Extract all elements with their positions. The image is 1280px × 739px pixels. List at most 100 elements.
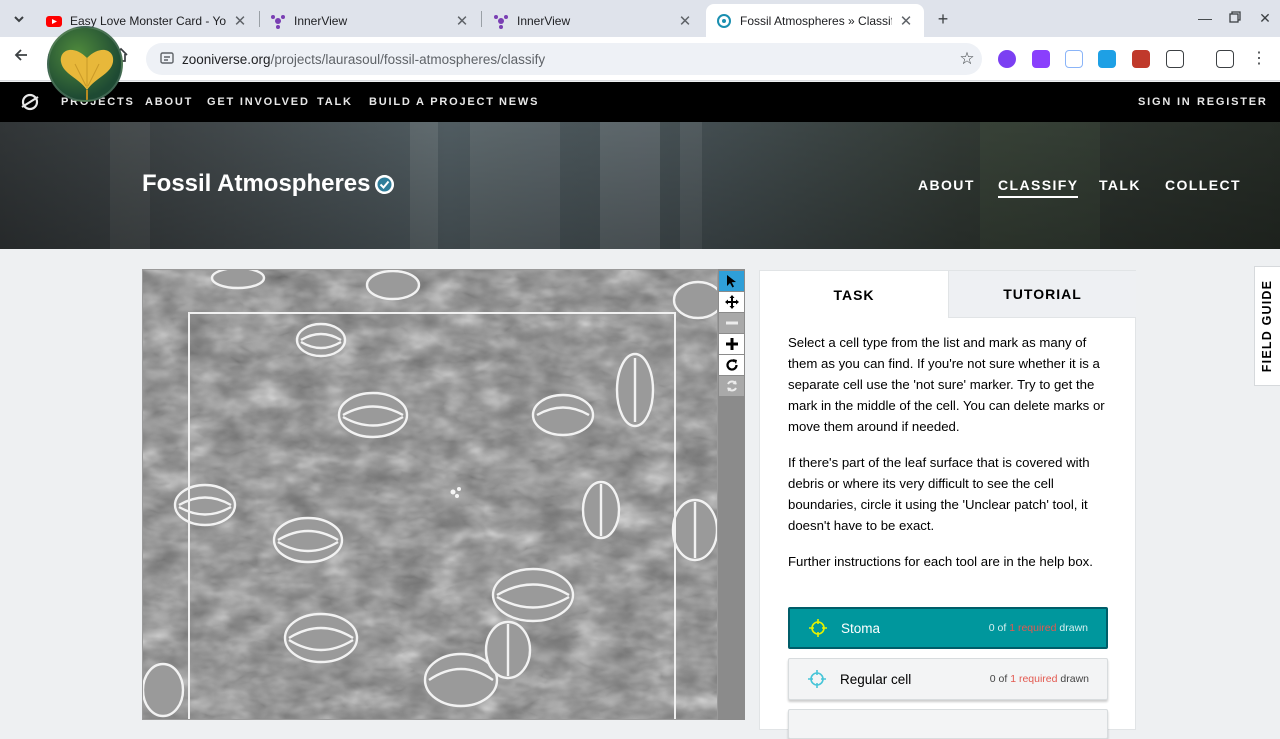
- close-tab-icon[interactable]: ✕: [232, 12, 248, 30]
- url-path: /projects/laurasoul/fossil-atmospheres/c…: [270, 51, 546, 67]
- crosshair-point-icon: [808, 670, 826, 688]
- count-prefix: 0 of: [989, 673, 1011, 685]
- extensions-puzzle-icon[interactable]: [1166, 50, 1184, 68]
- zoom-out-icon: [725, 321, 738, 325]
- subject-crop-frame: [188, 312, 676, 719]
- zoom-in-icon: [725, 338, 738, 350]
- project-nav-about[interactable]: ABOUT: [918, 177, 975, 193]
- restore-button[interactable]: [1222, 6, 1248, 30]
- stoma-cell: [210, 270, 266, 290]
- project-nav-classify[interactable]: CLASSIFY: [998, 177, 1079, 198]
- stoma-cell: [672, 280, 717, 320]
- stoma-cell: [671, 498, 717, 562]
- rotate-button[interactable]: [719, 355, 744, 375]
- subject-image-viewer[interactable]: [142, 269, 718, 720]
- task-instructions-1: Select a cell type from the list and mar…: [788, 335, 1105, 434]
- tab-title: InnerView: [517, 13, 571, 28]
- innerview-icon: [494, 14, 508, 29]
- viewer-toolbar: [718, 269, 745, 720]
- minimize-button[interactable]: —: [1192, 6, 1218, 30]
- url-text[interactable]: zooniverse.org/projects/laurasoul/fossil…: [182, 52, 952, 67]
- select-pointer-button[interactable]: [719, 271, 744, 291]
- close-tab-icon[interactable]: ✕: [677, 12, 693, 30]
- close-tab-icon[interactable]: ✕: [898, 12, 914, 30]
- tool-regular-cell-button[interactable]: Regular cell 0 of 1 required drawn: [788, 658, 1108, 700]
- browser-toolbar: zooniverse.org/projects/laurasoul/fossil…: [0, 37, 1280, 81]
- zooniverse-icon: [717, 13, 731, 28]
- reset-icon: [726, 380, 737, 392]
- project-nav-talk[interactable]: TALK: [1099, 177, 1141, 193]
- new-tab-button[interactable]: +: [932, 8, 954, 30]
- tab-divider: [481, 11, 482, 27]
- nav-build-a-project[interactable]: BUILD A PROJECT: [369, 96, 495, 108]
- project-nav-collect[interactable]: COLLECT: [1165, 177, 1241, 193]
- arrow-left-icon: [14, 49, 27, 61]
- tool-stoma-button[interactable]: Stoma 0 of 1 required drawn: [788, 607, 1108, 649]
- pointer-icon: [726, 275, 736, 288]
- pan-icon: [724, 295, 739, 309]
- nav-about[interactable]: ABOUT: [145, 96, 193, 108]
- tab-innerview-2[interactable]: InnerView ✕: [483, 4, 703, 37]
- task-instructions-2: If there's part of the leaf surface that…: [788, 455, 1090, 533]
- rotate-icon: [725, 359, 738, 371]
- browser-menu-button[interactable]: ⋮: [1246, 46, 1272, 72]
- count-prefix: 0 of: [988, 622, 1010, 634]
- close-window-button[interactable]: ✕: [1252, 6, 1278, 30]
- extension-book-icon[interactable]: [1065, 50, 1083, 68]
- nav-talk[interactable]: TALK: [317, 96, 353, 108]
- count-required: 1 required: [1010, 673, 1058, 685]
- zooniverse-site-nav: PROJECTS ABOUT GET INVOLVED TALK BUILD A…: [0, 82, 1280, 122]
- nav-get-involved[interactable]: GET INVOLVED: [207, 96, 310, 108]
- field-guide-tab[interactable]: FIELD GUIDE: [1254, 266, 1280, 386]
- extension-download-icon[interactable]: [1098, 50, 1116, 68]
- tab-title: Easy Love Monster Card - YouT: [70, 13, 226, 28]
- sign-in-link[interactable]: SIGN IN: [1138, 96, 1192, 108]
- pan-button[interactable]: [719, 292, 744, 312]
- extension-notebook-icon[interactable]: [1132, 50, 1150, 68]
- back-button[interactable]: [8, 46, 34, 72]
- zoom-out-button[interactable]: [719, 313, 744, 333]
- tab-fossil-atmospheres[interactable]: Fossil Atmospheres » Classify ✕: [706, 4, 924, 37]
- youtube-icon: [46, 15, 62, 27]
- tool-label: Regular cell: [840, 671, 912, 687]
- stoma-cell: [365, 270, 421, 301]
- task-instructions-3: Further instructions for each tool are i…: [788, 554, 1093, 569]
- url-domain: zooniverse.org: [182, 51, 271, 67]
- field-guide-label: FIELD GUIDE: [1260, 279, 1275, 373]
- tab-search-button[interactable]: [8, 8, 30, 30]
- task-panel: TASK TUTORIAL Select a cell type from th…: [759, 270, 1136, 739]
- tool-next-button[interactable]: [788, 709, 1108, 739]
- register-link[interactable]: REGISTER: [1197, 96, 1268, 108]
- tab-title: InnerView: [294, 13, 348, 28]
- reset-view-button[interactable]: [719, 376, 744, 396]
- count-suffix: drawn: [1056, 622, 1088, 634]
- restore-icon: [1229, 11, 1241, 23]
- project-title: Fossil Atmospheres: [142, 170, 371, 197]
- extension-puzzle-purple-icon[interactable]: [1032, 50, 1050, 68]
- bookmark-star-icon[interactable]: ☆: [952, 49, 982, 69]
- site-info-icon[interactable]: [152, 51, 182, 68]
- tab-task[interactable]: TASK: [760, 271, 948, 318]
- crosshair-point-icon: [809, 619, 827, 637]
- extension-k-icon[interactable]: [998, 50, 1016, 68]
- project-avatar[interactable]: [47, 26, 123, 102]
- side-panel-icon[interactable]: [1216, 50, 1234, 68]
- tool-count: 0 of 1 required drawn: [990, 673, 1089, 685]
- tab-innerview-1[interactable]: InnerView ✕: [260, 4, 480, 37]
- tool-label: Stoma: [841, 620, 881, 636]
- zooniverse-logo-icon[interactable]: [20, 92, 40, 112]
- innerview-icon: [271, 14, 285, 29]
- close-tab-icon[interactable]: ✕: [454, 12, 470, 30]
- browser-tab-strip: Easy Love Monster Card - YouT ✕ InnerVie…: [0, 0, 1280, 37]
- tab-tutorial[interactable]: TUTORIAL: [948, 271, 1136, 318]
- zoom-in-button[interactable]: [719, 334, 744, 354]
- chevron-down-icon: [14, 16, 24, 23]
- tab-title: Fossil Atmospheres » Classify: [740, 13, 892, 28]
- stoma-cell: [143, 662, 185, 718]
- tool-count: 0 of 1 required drawn: [989, 622, 1088, 634]
- nav-news[interactable]: NEWS: [499, 96, 539, 108]
- verified-badge-icon: [375, 175, 394, 194]
- count-required: 1 required: [1009, 622, 1057, 634]
- address-bar[interactable]: zooniverse.org/projects/laurasoul/fossil…: [146, 43, 982, 75]
- count-suffix: drawn: [1057, 673, 1089, 685]
